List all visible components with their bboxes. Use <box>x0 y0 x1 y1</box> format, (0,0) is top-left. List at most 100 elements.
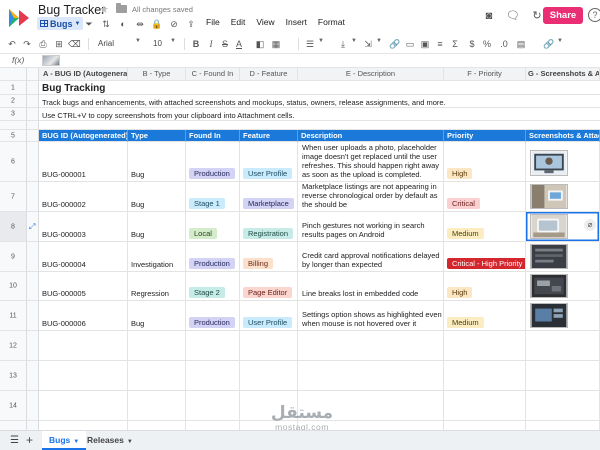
column-header-g[interactable]: G - Screenshots & Attachments <box>526 68 600 81</box>
decimal-icon[interactable]: .0 <box>497 37 511 51</box>
row-number[interactable]: 6 <box>0 142 27 182</box>
empty-cell[interactable] <box>526 331 600 361</box>
priority-cell[interactable]: Medium <box>444 212 526 242</box>
screenshot-thumbnail[interactable] <box>530 214 568 239</box>
bug-id-cell[interactable]: BUG-000006 <box>39 301 128 331</box>
type-cell[interactable]: Bug <box>128 182 186 212</box>
share-button[interactable]: Share <box>543 7 583 24</box>
row-number[interactable]: 8 <box>0 212 27 242</box>
row-number[interactable]: 12 <box>0 331 27 361</box>
row-number[interactable]: 2 <box>0 95 27 108</box>
empty-cell[interactable] <box>128 391 186 421</box>
type-cell[interactable]: Regression <box>128 272 186 301</box>
row-number[interactable]: 13 <box>0 361 27 391</box>
redo-icon[interactable]: ↷ <box>21 37 33 51</box>
description-cell[interactable]: Pinch gestures not working in search res… <box>298 212 444 242</box>
bot-icon[interactable]: ◙ <box>482 9 496 23</box>
text-wrap-icon[interactable]: ⇲ <box>361 37 375 51</box>
document-title[interactable]: Bug Tracker <box>38 3 105 17</box>
header-found-in[interactable]: Found In <box>186 130 240 142</box>
empty-cell[interactable] <box>298 361 444 391</box>
menu-format[interactable]: Format <box>318 17 345 27</box>
empty-cell[interactable] <box>444 331 526 361</box>
align-bottom-icon[interactable]: ⤓ <box>336 37 350 51</box>
screenshot-cell[interactable] <box>526 272 600 301</box>
formula-bar[interactable]: f(x) <box>0 54 600 68</box>
strikethrough-button[interactable]: S <box>220 37 230 51</box>
menu-view[interactable]: View <box>256 17 274 27</box>
empty-cell[interactable] <box>186 331 240 361</box>
screenshot-cell[interactable] <box>526 301 600 331</box>
align-left-icon[interactable]: ☰ <box>303 37 317 51</box>
description-cell[interactable]: Credit card approval notifications delay… <box>298 242 444 272</box>
found-in-cell[interactable]: Production <box>186 142 240 182</box>
row-number[interactable]: 11 <box>0 301 27 331</box>
history-icon[interactable]: ↻ <box>530 9 544 23</box>
borders-icon[interactable]: ▦ <box>270 37 282 51</box>
column-header-d[interactable]: D - Feature <box>240 68 298 81</box>
bug-id-cell[interactable]: BUG-000005 <box>39 272 128 301</box>
feature-cell[interactable]: Page Editor <box>240 272 298 301</box>
empty-cell[interactable] <box>186 361 240 391</box>
empty-cell[interactable] <box>444 391 526 421</box>
empty-cell[interactable] <box>298 331 444 361</box>
screenshot-thumbnail[interactable] <box>530 184 568 209</box>
type-cell[interactable]: Bug <box>128 212 186 242</box>
found-in-cell[interactable]: Production <box>186 301 240 331</box>
empty-cell[interactable] <box>128 331 186 361</box>
priority-cell[interactable]: High <box>444 272 526 301</box>
view-selector[interactable]: Bugs ▼ <box>37 17 84 30</box>
comment-add-icon[interactable]: ▭ <box>404 37 416 51</box>
print-icon[interactable]: ⎙ <box>37 37 49 51</box>
header-feature[interactable]: Feature <box>240 130 298 142</box>
bold-button[interactable]: B <box>191 37 201 51</box>
empty-cell[interactable] <box>186 391 240 421</box>
screenshot-thumbnail[interactable] <box>530 244 568 269</box>
description-cell[interactable]: Marketplace listings are not appearing i… <box>298 182 444 212</box>
screenshot-cell[interactable] <box>526 242 600 272</box>
feature-cell[interactable]: User Profile <box>240 142 298 182</box>
column-width-icon[interactable]: ⇹ <box>133 18 147 30</box>
found-in-cell[interactable]: Local <box>186 212 240 242</box>
screenshot-thumbnail[interactable] <box>530 274 568 298</box>
empty-cell[interactable] <box>39 421 128 430</box>
sort-icon[interactable]: ⇅ <box>99 18 113 30</box>
description-cell[interactable]: When user uploads a photo, placeholder i… <box>298 142 444 182</box>
bug-id-cell[interactable]: BUG-000003 <box>39 212 128 242</box>
row-number[interactable]: 5 <box>0 130 27 142</box>
screenshot-cell-selected[interactable]: ⌀ <box>526 212 600 242</box>
empty-cell[interactable] <box>526 421 600 430</box>
type-cell[interactable]: Investigation <box>128 242 186 272</box>
found-in-cell[interactable]: Production <box>186 242 240 272</box>
paint-format-icon[interactable]: ⊞ <box>53 37 65 51</box>
found-in-cell[interactable]: Stage 1 <box>186 182 240 212</box>
column-header-f[interactable]: F - Priority <box>444 68 526 81</box>
bug-id-cell[interactable]: BUG-000001 <box>39 142 128 182</box>
empty-cell[interactable] <box>39 361 128 391</box>
link-icon[interactable]: 🔗 <box>389 37 401 51</box>
empty-cell[interactable] <box>186 421 240 430</box>
share-view-icon[interactable]: ⇪ <box>184 18 198 30</box>
comment-icon[interactable]: 🗨 <box>506 9 520 23</box>
row-number[interactable]: 7 <box>0 182 27 212</box>
empty-cell[interactable] <box>240 331 298 361</box>
row-number[interactable]: 14 <box>0 391 27 421</box>
type-cell[interactable]: Bug <box>128 301 186 331</box>
screenshot-thumbnail[interactable] <box>530 303 568 328</box>
empty-cell[interactable] <box>526 391 600 421</box>
column-header-c[interactable]: C - Found In <box>186 68 240 81</box>
menu-edit[interactable]: Edit <box>231 17 246 27</box>
highlight-icon[interactable]: ◐ <box>116 18 130 30</box>
empty-cell[interactable] <box>39 391 128 421</box>
bug-id-cell[interactable]: BUG-000004 <box>39 242 128 272</box>
description-cell[interactable]: Settings option shows as highlighted eve… <box>298 301 444 331</box>
function-icon[interactable]: Σ <box>449 37 461 51</box>
hide-icon[interactable]: ⊘ <box>167 18 181 30</box>
expand-row-icon[interactable]: ⤢ <box>29 222 35 232</box>
fill-color-icon[interactable]: ◧ <box>254 37 266 51</box>
empty-cell[interactable] <box>240 361 298 391</box>
empty-cell[interactable] <box>39 121 600 130</box>
star-icon[interactable]: ★ <box>99 3 109 16</box>
row-number[interactable]: 1 <box>0 81 27 95</box>
image-icon[interactable]: ▣ <box>419 37 431 51</box>
